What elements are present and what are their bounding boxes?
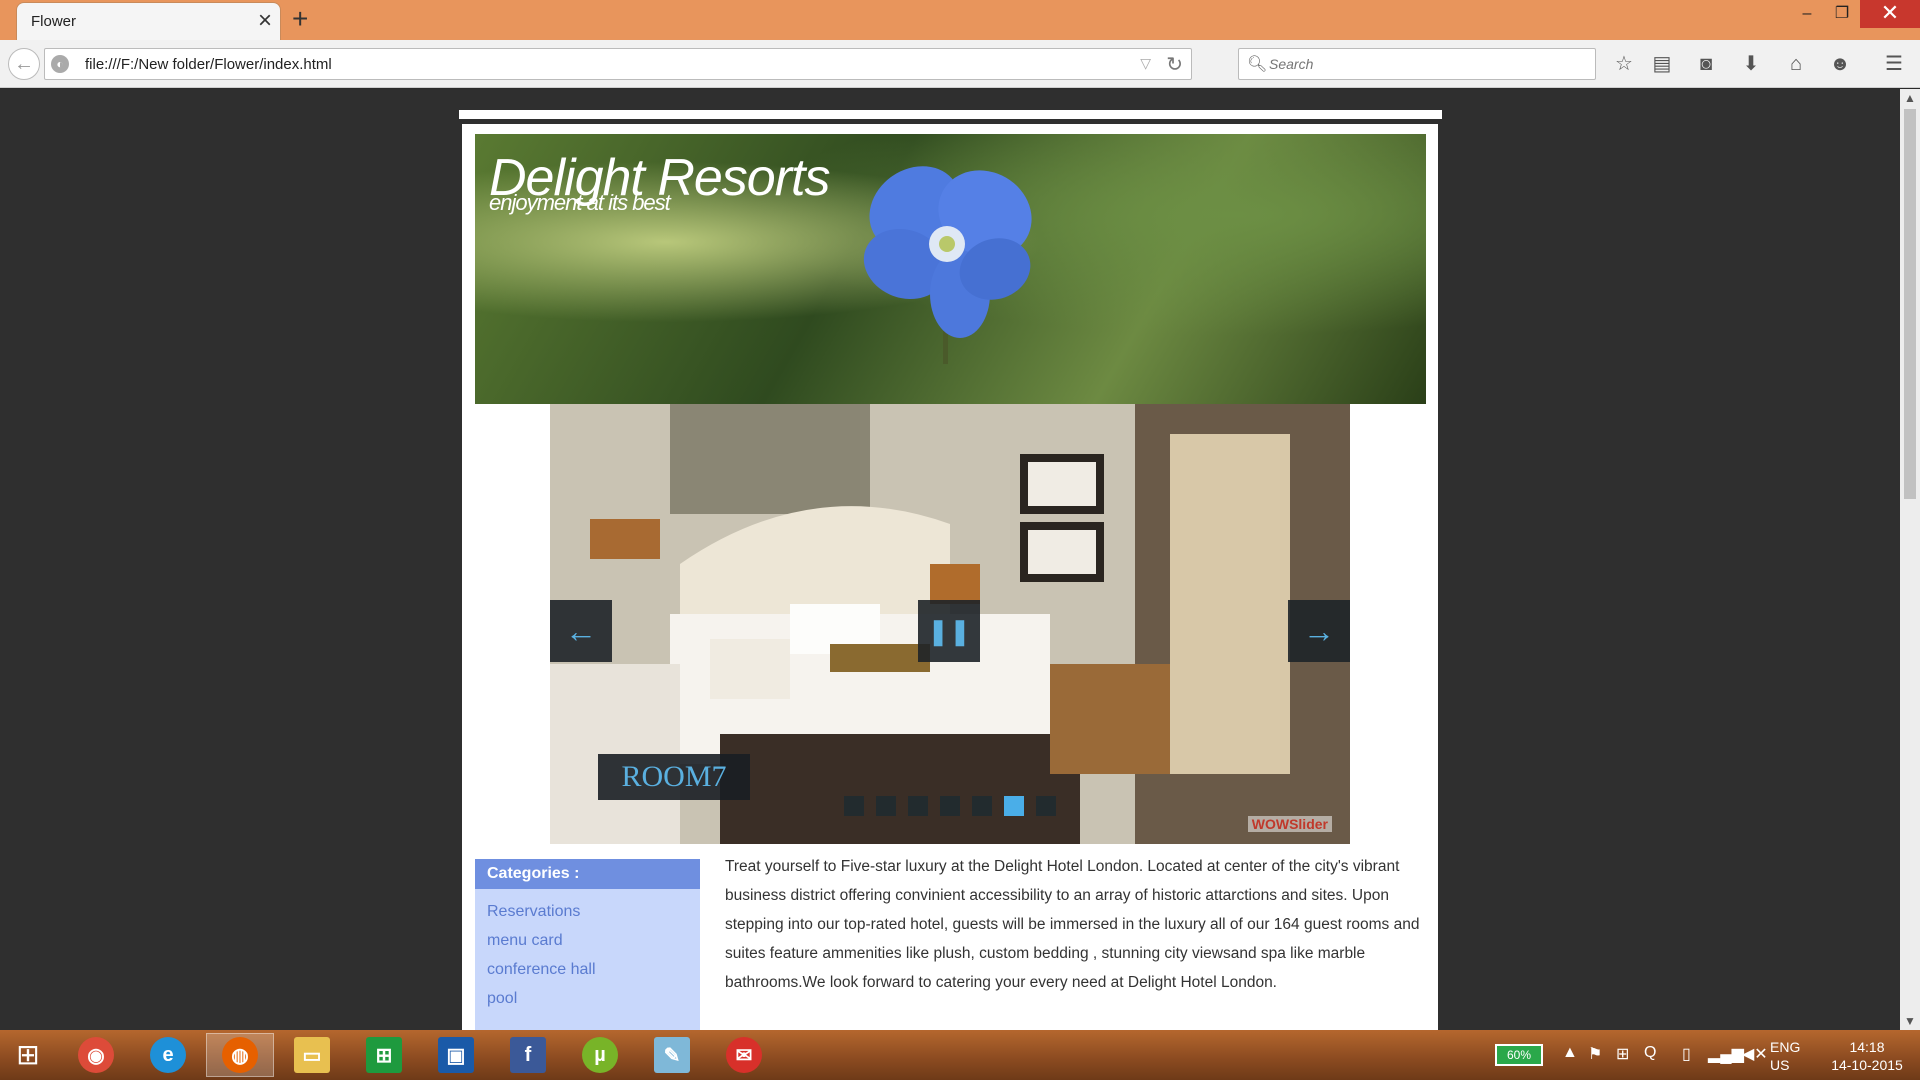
url-dropdown-icon[interactable]: ▽: [1140, 55, 1151, 72]
home-icon[interactable]: ⌂: [1782, 52, 1810, 76]
action-center-flag-icon[interactable]: ⚑: [1588, 1044, 1602, 1064]
bookmark-star-icon[interactable]: ☆: [1610, 52, 1638, 76]
store-icon[interactable]: ⊞: [350, 1033, 418, 1077]
volume-muted-icon[interactable]: ◀✕: [1742, 1044, 1768, 1064]
categories-list: Reservations menu card conference hall p…: [475, 889, 700, 1021]
slider-bullet[interactable]: [908, 796, 928, 816]
site-subtitle: enjoyment at its best: [489, 190, 671, 215]
scroll-down-icon[interactable]: ▼: [1904, 1014, 1916, 1028]
page-container: Delight Resorts enjoyment at its best ← …: [462, 124, 1438, 1030]
hotel-description: Treat yourself to Five-star luxury at th…: [725, 858, 1420, 991]
categories-title: Categories :: [475, 859, 700, 889]
scroll-thumb[interactable]: [1904, 109, 1916, 499]
url-text[interactable]: file:///F:/New folder/Flower/index.html: [85, 56, 332, 73]
new-tab-button[interactable]: +: [292, 3, 308, 35]
firefox-icon[interactable]: ◍: [206, 1033, 274, 1077]
close-window-button[interactable]: ✕: [1860, 0, 1920, 28]
lenovo-icon[interactable]: ▣: [422, 1033, 490, 1077]
mail-icon[interactable]: ✉: [710, 1033, 778, 1077]
search-input[interactable]: [1269, 54, 1579, 74]
categories-panel: Categories : Reservations menu card conf…: [475, 859, 700, 1030]
language-code: ENG: [1770, 1039, 1801, 1055]
pocket-icon[interactable]: ◙: [1692, 52, 1720, 76]
image-slider[interactable]: ← ❚❚ → ROOM7 WOWSlider: [550, 404, 1350, 844]
download-icon[interactable]: ⬇: [1737, 52, 1765, 76]
slider-bullet[interactable]: [876, 796, 896, 816]
slider-bullet[interactable]: [940, 796, 960, 816]
slider-bullet[interactable]: [1036, 796, 1056, 816]
network-icon[interactable]: ▂▄▆: [1708, 1044, 1744, 1064]
scroll-up-icon[interactable]: ▲: [1904, 91, 1916, 105]
slider-bullet[interactable]: [1004, 796, 1024, 816]
back-arrow-icon[interactable]: ←: [8, 48, 40, 80]
clock-date: 14-10-2015: [1831, 1057, 1903, 1073]
url-bar[interactable]: ◐ file:///F:/New folder/Flower/index.htm…: [44, 48, 1192, 80]
category-link-reservations[interactable]: Reservations: [487, 897, 688, 926]
navigation-bar: ← ◐ file:///F:/New folder/Flower/index.h…: [0, 40, 1920, 88]
utorrent-icon[interactable]: µ: [566, 1033, 634, 1077]
tab-flower[interactable]: Flower ×: [16, 2, 281, 40]
chrome-icon[interactable]: ◉: [62, 1033, 130, 1077]
q-app-icon[interactable]: Q: [1644, 1044, 1656, 1062]
slide-caption: ROOM7: [598, 754, 750, 800]
language-indicator[interactable]: ENG US: [1770, 1038, 1800, 1074]
windows-start-icon[interactable]: ⊞: [8, 1040, 48, 1070]
chat-icon[interactable]: ☻: [1826, 52, 1854, 76]
maximize-button[interactable]: ❐: [1820, 0, 1864, 28]
reading-list-icon[interactable]: ▤: [1648, 52, 1676, 76]
previous-arrow-icon[interactable]: ←: [550, 600, 612, 662]
search-icon: 🔍︎: [1247, 56, 1268, 73]
category-link-conference-hall[interactable]: conference hall: [487, 955, 688, 984]
reload-icon[interactable]: ↻: [1166, 52, 1183, 77]
region-code: US: [1770, 1057, 1790, 1073]
clock-time: 14:18: [1849, 1039, 1885, 1055]
close-tab-icon[interactable]: ×: [258, 7, 272, 35]
tab-title: Flower: [31, 13, 77, 30]
flower-image: [863, 166, 1032, 364]
menu-icon[interactable]: ☰: [1880, 52, 1908, 76]
taskbar: ⊞ ◉ e ◍ ▭ ⊞ ▣ f µ ✎ ✉ 60% ▲ ⚑ ⊞ Q ▯ ▂▄▆ …: [0, 1030, 1920, 1080]
slider-bullets: [844, 796, 1056, 816]
site-header-banner: Delight Resorts enjoyment at its best: [475, 134, 1426, 404]
battery-indicator[interactable]: 60%: [1495, 1044, 1543, 1066]
internet-explorer-icon[interactable]: e: [134, 1033, 202, 1077]
clock[interactable]: 14:18 14-10-2015: [1820, 1038, 1914, 1074]
slider-bullet[interactable]: [972, 796, 992, 816]
title-bar: Flower × + – ❐ ✕: [0, 0, 1920, 40]
page-viewport: Delight Resorts enjoyment at its best ← …: [0, 89, 1900, 1030]
next-arrow-icon[interactable]: →: [1288, 600, 1350, 662]
file-explorer-icon[interactable]: ▭: [278, 1033, 346, 1077]
site-info-icon[interactable]: ◐: [51, 55, 69, 73]
page-scrollbar[interactable]: ▲ ▼: [1900, 89, 1920, 1030]
search-bar[interactable]: 🔍︎: [1238, 48, 1596, 80]
category-link-menu-card[interactable]: menu card: [487, 926, 688, 955]
power-icon[interactable]: ▯: [1682, 1044, 1691, 1064]
notepad-icon[interactable]: ✎: [638, 1033, 706, 1077]
wowslider-watermark[interactable]: WOWSlider: [1247, 816, 1332, 832]
show-hidden-icons-icon[interactable]: ▲: [1562, 1044, 1578, 1062]
category-link-pool[interactable]: pool: [487, 984, 688, 1013]
top-divider: [459, 110, 1442, 119]
facebook-icon[interactable]: f: [494, 1033, 562, 1077]
windows-icon[interactable]: ⊞: [1616, 1044, 1629, 1064]
pause-icon[interactable]: ❚❚: [918, 600, 980, 662]
slider-bullet[interactable]: [844, 796, 864, 816]
